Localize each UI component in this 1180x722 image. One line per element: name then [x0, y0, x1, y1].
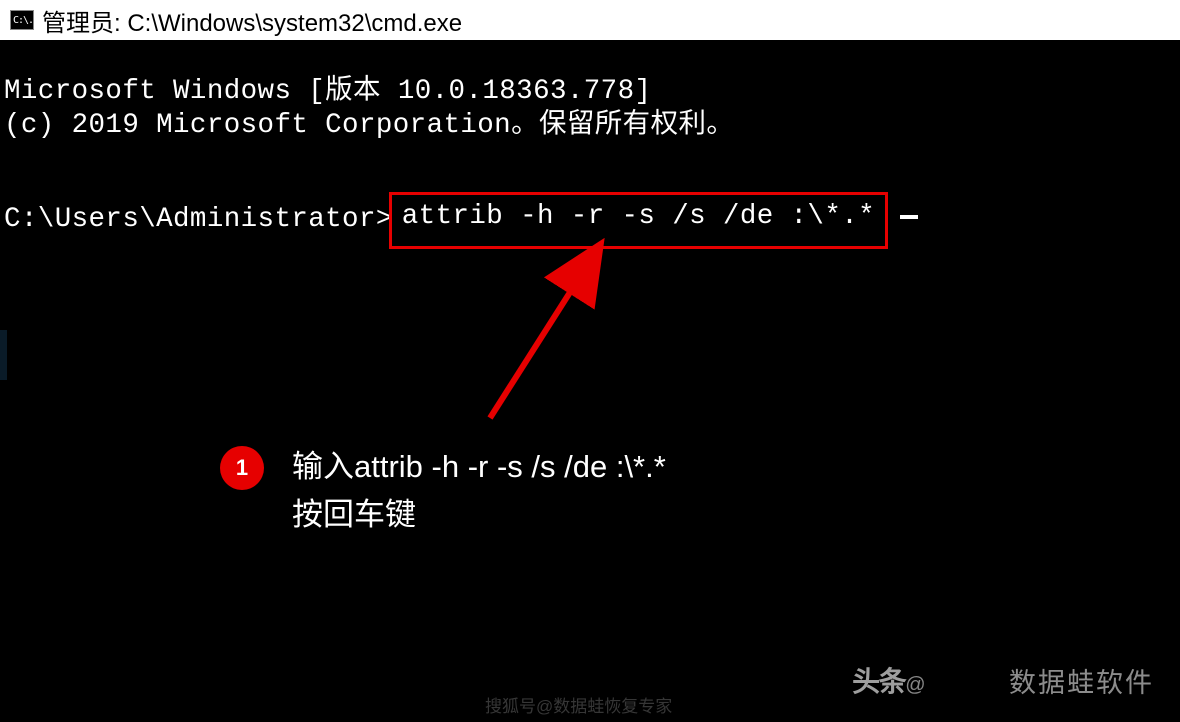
- annotation-arrow: [470, 238, 710, 428]
- watermark-toutiao: 头条@: [852, 660, 924, 700]
- window-title-bar: C:\. 管理员: C:\Windows\system32\cmd.exe: [0, 0, 1180, 40]
- annotation-text: 输入attrib -h -r -s /s /de :\*.* 按回车键: [292, 443, 666, 539]
- cmd-icon-text: C:\.: [13, 15, 33, 26]
- terminal-line-version: Microsoft Windows [版本 10.0.18363.778]: [4, 75, 1176, 109]
- terminal-area[interactable]: Microsoft Windows [版本 10.0.18363.778] (c…: [0, 40, 1180, 249]
- step-annotation: 1 输入attrib -h -r -s /s /de :\*.* 按回车键: [210, 425, 706, 557]
- terminal-cursor: [900, 215, 918, 219]
- step-number-badge: 1: [220, 446, 264, 490]
- terminal-line-copyright: (c) 2019 Microsoft Corporation。保留所有权利。: [4, 109, 1176, 143]
- watermark-brand: 数据蛙软件: [1009, 661, 1154, 700]
- watermark-sohu: 搜狐号@数据蛙恢复专家: [485, 692, 672, 717]
- watermark-toutiao-at: @: [905, 674, 924, 696]
- terminal-command: attrib -h -r -s /s /de :\*.*: [402, 201, 875, 232]
- decorative-stub: [0, 330, 7, 380]
- window-title: 管理员: C:\Windows\system32\cmd.exe: [42, 3, 462, 38]
- watermark-toutiao-prefix: 头条: [852, 666, 905, 697]
- terminal-prompt: C:\Users\Administrator>: [4, 203, 393, 237]
- terminal-prompt-line: C:\Users\Administrator> attrib -h -r -s /…: [4, 192, 1176, 249]
- annotation-line-2: 按回车键: [292, 491, 666, 539]
- annotation-line-1: 输入attrib -h -r -s /s /de :\*.*: [292, 443, 666, 491]
- cmd-icon: C:\.: [10, 10, 34, 30]
- command-highlight-box: attrib -h -r -s /s /de :\*.*: [389, 192, 888, 249]
